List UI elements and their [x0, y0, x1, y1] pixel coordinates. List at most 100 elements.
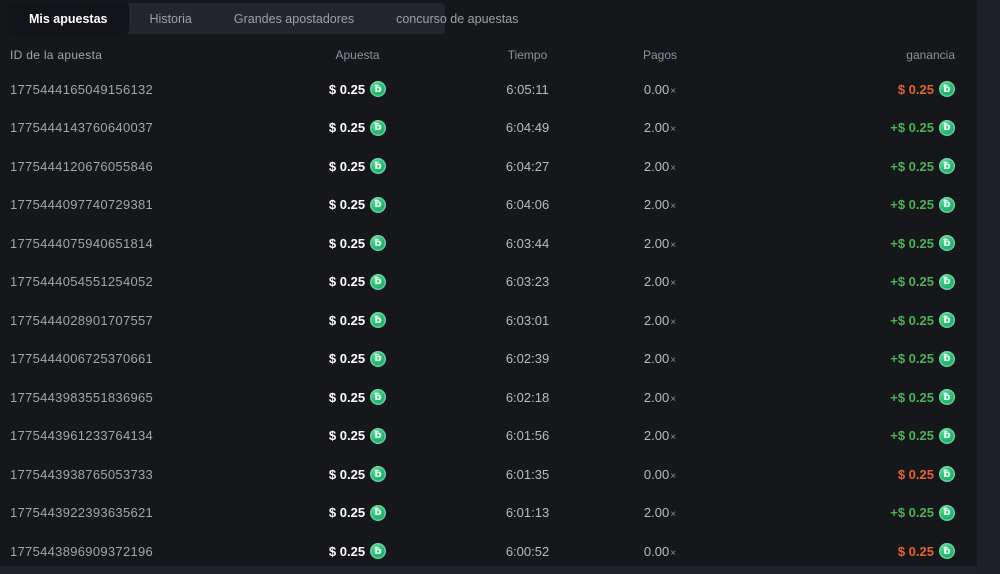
bet-amount: $ 0.25 ƀ: [295, 466, 420, 483]
bet-id: 1775444143760640037: [10, 120, 154, 136]
tab[interactable]: Historia: [129, 3, 213, 34]
bet-amount: $ 0.25 ƀ: [295, 158, 420, 175]
bet-time: 6:00:52: [505, 543, 550, 559]
bet-amount-value: $ 0.25: [328, 351, 366, 367]
table-body: 1775444165049156132 $ 0.25 ƀ 6:05:11 0.0…: [0, 70, 1000, 571]
bet-amount-value: $ 0.25: [328, 120, 366, 136]
bet-profit: +$ 0.25 ƀ: [685, 235, 955, 252]
bet-amount-value: $ 0.25: [328, 158, 366, 174]
table-row[interactable]: 1775444143760640037 $ 0.25 ƀ 6:04:49 2.0…: [0, 109, 1000, 148]
multiplier-sign: ×: [670, 432, 677, 444]
bet-payout-value: 2.00: [643, 235, 670, 251]
bet-id: 1775444006725370661: [10, 351, 154, 367]
bet-profit-value: +$ 0.25: [890, 428, 934, 444]
header-payout: Pagos: [642, 48, 678, 62]
table-row[interactable]: 1775444097740729381 $ 0.25 ƀ 6:04:06 2.0…: [0, 186, 1000, 225]
bet-profit-value: +$ 0.25: [890, 197, 934, 213]
coin-icon: ƀ: [370, 158, 387, 175]
bet-amount-value: $ 0.25: [328, 389, 366, 405]
multiplier-sign: ×: [670, 201, 677, 213]
table-row[interactable]: 1775443983551836965 $ 0.25 ƀ 6:02:18 2.0…: [0, 378, 1000, 417]
bet-profit: +$ 0.25 ƀ: [685, 504, 955, 521]
header-time: Tiempo: [507, 48, 548, 62]
header-bet-id: ID de la apuesta: [10, 48, 103, 62]
multiplier-sign: ×: [670, 509, 677, 521]
bet-payout-value: 2.00: [643, 120, 670, 136]
bet-profit: +$ 0.25 ƀ: [685, 119, 955, 136]
tab-label: concurso de apuestas: [396, 11, 519, 26]
multiplier-sign: ×: [670, 393, 677, 405]
bet-amount-value: $ 0.25: [328, 197, 366, 213]
coin-icon: ƀ: [939, 235, 955, 252]
table-row[interactable]: 1775444006725370661 $ 0.25 ƀ 6:02:39 2.0…: [0, 340, 1000, 379]
coin-icon: ƀ: [939, 466, 955, 483]
bet-payout-value: 0.00: [643, 543, 670, 559]
bet-payout-value: 2.00: [643, 274, 670, 290]
bet-payout-value: 2.00: [643, 389, 670, 405]
table-row[interactable]: 1775443961233764134 $ 0.25 ƀ 6:01:56 2.0…: [0, 417, 1000, 456]
table-row[interactable]: 1775443922393635621 $ 0.25 ƀ 6:01:13 2.0…: [0, 494, 1000, 533]
bet-id: 1775443922393635621: [10, 505, 154, 521]
bet-profit-value: +$ 0.25: [890, 235, 934, 251]
tab[interactable]: Grandes apostadores: [213, 3, 375, 34]
table-row[interactable]: 1775443938765053733 $ 0.25 ƀ 6:01:35 0.0…: [0, 455, 1000, 494]
coin-icon: ƀ: [939, 312, 955, 329]
bet-payout: 2.00×: [635, 505, 685, 520]
scrollbar-track[interactable]: [977, 0, 1000, 574]
coin-icon: ƀ: [939, 119, 955, 136]
coin-icon: ƀ: [370, 312, 387, 329]
bet-amount: $ 0.25 ƀ: [295, 119, 420, 136]
table-row[interactable]: 1775443896909372196 $ 0.25 ƀ 6:00:52 0.0…: [0, 532, 1000, 571]
bet-amount-value: $ 0.25: [328, 312, 366, 328]
bet-profit: +$ 0.25 ƀ: [685, 196, 955, 213]
table-row[interactable]: 1775444165049156132 $ 0.25 ƀ 6:05:11 0.0…: [0, 70, 1000, 109]
bet-time: 6:01:56: [505, 428, 550, 444]
bet-payout-value: 2.00: [643, 312, 670, 328]
coin-icon: ƀ: [939, 427, 955, 444]
bet-id: 1775443938765053733: [10, 466, 154, 482]
coin-icon: ƀ: [939, 81, 955, 98]
bet-payout: 0.00×: [635, 467, 685, 482]
multiplier-sign: ×: [670, 85, 677, 97]
coin-icon: ƀ: [370, 273, 387, 290]
table-row[interactable]: 1775444054551254052 $ 0.25 ƀ 6:03:23 2.0…: [0, 263, 1000, 302]
bet-profit: +$ 0.25 ƀ: [685, 158, 955, 175]
bet-payout: 2.00×: [635, 274, 685, 289]
bet-id: 1775443896909372196: [10, 543, 154, 559]
coin-icon: ƀ: [370, 119, 387, 136]
bet-profit: $ 0.25 ƀ: [685, 543, 955, 560]
coin-icon: ƀ: [370, 350, 387, 367]
bet-amount-value: $ 0.25: [328, 274, 366, 290]
bet-payout: 2.00×: [635, 313, 685, 328]
tab-label: Historia: [149, 11, 192, 26]
bet-amount: $ 0.25 ƀ: [295, 235, 420, 252]
tab[interactable]: Mis apuestas: [8, 3, 129, 34]
coin-icon: ƀ: [370, 389, 387, 406]
coin-icon: ƀ: [370, 81, 387, 98]
bet-amount: $ 0.25 ƀ: [295, 350, 420, 367]
multiplier-sign: ×: [670, 547, 677, 559]
bet-payout: 2.00×: [635, 197, 685, 212]
bet-amount-value: $ 0.25: [328, 81, 366, 97]
multiplier-sign: ×: [670, 316, 677, 328]
bet-amount-value: $ 0.25: [328, 235, 366, 251]
tab[interactable]: concurso de apuestas: [375, 3, 539, 34]
bet-profit: $ 0.25 ƀ: [685, 466, 955, 483]
coin-icon: ƀ: [939, 273, 955, 290]
bet-amount: $ 0.25 ƀ: [295, 273, 420, 290]
bet-payout: 2.00×: [635, 236, 685, 251]
multiplier-sign: ×: [670, 278, 677, 290]
bet-time: 6:02:39: [505, 351, 550, 367]
bet-amount-value: $ 0.25: [328, 466, 366, 482]
coin-icon: ƀ: [370, 543, 387, 560]
bet-payout-value: 0.00: [643, 81, 670, 97]
table-row[interactable]: 1775444028901707557 $ 0.25 ƀ 6:03:01 2.0…: [0, 301, 1000, 340]
bet-payout: 2.00×: [635, 351, 685, 366]
table-row[interactable]: 1775444075940651814 $ 0.25 ƀ 6:03:44 2.0…: [0, 224, 1000, 263]
bet-amount-value: $ 0.25: [328, 543, 366, 559]
table-row[interactable]: 1775444120676055846 $ 0.25 ƀ 6:04:27 2.0…: [0, 147, 1000, 186]
bet-time: 6:01:13: [505, 505, 550, 521]
bet-amount: $ 0.25 ƀ: [295, 389, 420, 406]
bet-id: 1775444097740729381: [10, 197, 154, 213]
bet-profit: +$ 0.25 ƀ: [685, 312, 955, 329]
